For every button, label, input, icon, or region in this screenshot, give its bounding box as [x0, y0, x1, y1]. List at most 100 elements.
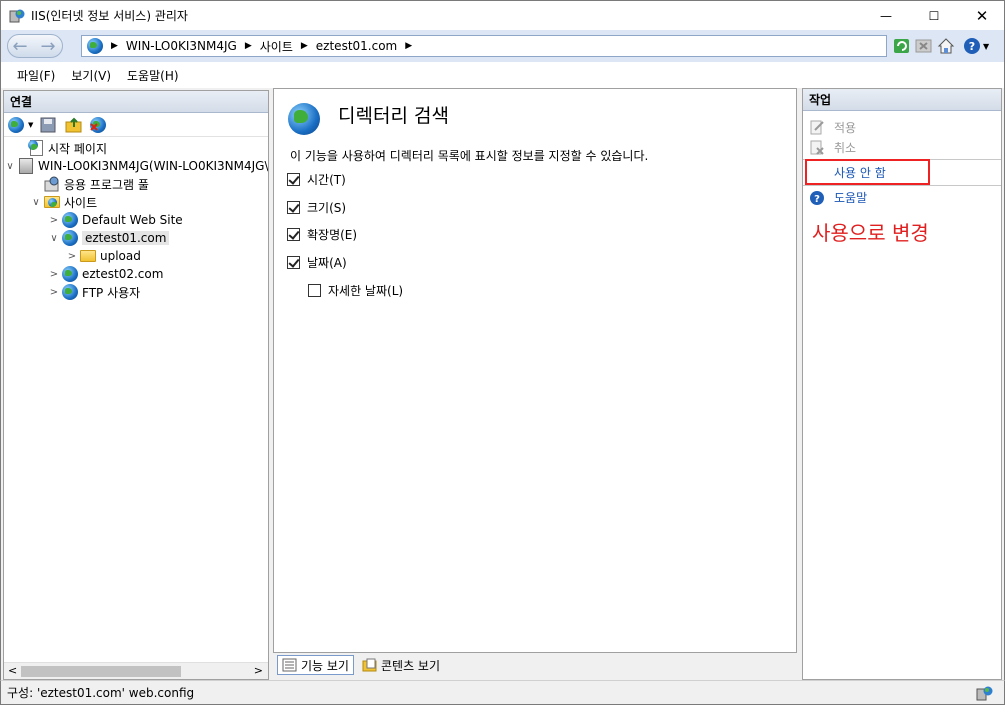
- tree-item-label: eztest02.com: [82, 267, 164, 281]
- checkbox-size[interactable]: 크기(S): [287, 199, 346, 216]
- highlight-annotation-box: [805, 159, 930, 185]
- checkbox-box[interactable]: [308, 284, 321, 297]
- breadcrumb-item-sites[interactable]: 사이트: [260, 38, 293, 55]
- address-toolbar: ← → ▶ WIN-LO0KI3NM4JG ▶ 사이트 ▶ eztest01.c…: [0, 30, 1005, 62]
- minimize-button[interactable]: —: [863, 1, 909, 31]
- globe-icon: [62, 212, 78, 228]
- apply-action[interactable]: 적용: [809, 119, 856, 136]
- close-button[interactable]: ✕: [959, 1, 1005, 31]
- checkbox-box[interactable]: [287, 173, 300, 186]
- tree-item-server[interactable]: ∨ WIN-LO0KI3NM4JG(WIN-LO0KI3NM4JG\: [4, 157, 268, 175]
- content-view-icon: [362, 658, 377, 672]
- back-button[interactable]: ←: [8, 35, 32, 57]
- refresh-icon[interactable]: [893, 37, 911, 55]
- checkbox-label: 크기(S): [307, 201, 347, 215]
- disconnect-icon[interactable]: [89, 116, 107, 134]
- globe-icon: [288, 103, 320, 135]
- menu-help[interactable]: 도움말(H): [119, 67, 187, 84]
- actions-header: 작업: [803, 89, 1001, 111]
- tree-item-eztest02[interactable]: > eztest02.com: [48, 265, 163, 283]
- collapse-icon[interactable]: ∨: [48, 233, 60, 244]
- status-text: 구성: 'eztest01.com' web.config: [7, 686, 195, 700]
- checkbox-long-date[interactable]: 자세한 날짜(L): [308, 282, 403, 299]
- actions-pane: 작업 적용 취소 사용 안 함 ? 도움말 사용으로 변경: [802, 88, 1002, 680]
- globe-icon: [62, 266, 78, 282]
- help-action[interactable]: ? 도움말: [809, 189, 867, 206]
- page-title: 디렉터리 검색: [338, 105, 449, 127]
- address-tools: ? ▼: [893, 37, 989, 55]
- connections-header: 연결: [4, 91, 268, 113]
- checkbox-extension[interactable]: 확장명(E): [287, 226, 357, 243]
- collapse-icon[interactable]: ∨: [30, 197, 42, 208]
- menu-bar: 파일(F) 보기(V) 도움말(H): [0, 62, 1005, 88]
- action-label: 도움말: [834, 191, 868, 205]
- home-icon[interactable]: [937, 37, 955, 55]
- globe-icon: [87, 38, 103, 54]
- tree-item-label: 시작 페이지: [48, 141, 108, 156]
- save-icon[interactable]: [39, 116, 57, 134]
- menu-file[interactable]: 파일(F): [9, 67, 63, 84]
- scroll-left-button[interactable]: <: [8, 664, 17, 677]
- feature-description: 이 기능을 사용하여 디렉터리 목록에 표시할 정보를 지정할 수 있습니다.: [290, 149, 649, 163]
- server-icon: [18, 158, 34, 174]
- connect-dropdown-icon[interactable]: ▼: [28, 121, 33, 129]
- checkbox-box[interactable]: [287, 256, 300, 269]
- expand-icon[interactable]: >: [48, 215, 60, 226]
- checkbox-box[interactable]: [287, 201, 300, 214]
- status-bar: 구성: 'eztest01.com' web.config: [0, 680, 1005, 705]
- scroll-right-button[interactable]: >: [254, 664, 263, 677]
- expand-icon[interactable]: >: [48, 287, 60, 298]
- breadcrumb-arrow-icon: ▶: [300, 41, 308, 51]
- checkbox-time[interactable]: 시간(T): [287, 171, 346, 188]
- tree-item-app-pools[interactable]: 응용 프로그램 풀: [30, 175, 149, 193]
- network-status-icon: [976, 685, 994, 704]
- tab-features-view[interactable]: 기능 보기: [277, 655, 354, 675]
- connections-toolbar: ▼: [4, 113, 268, 137]
- tree-item-label: FTP 사용자: [82, 285, 141, 300]
- expand-icon[interactable]: >: [66, 251, 78, 262]
- action-label: 적용: [834, 121, 857, 135]
- address-bar[interactable]: ▶ WIN-LO0KI3NM4JG ▶ 사이트 ▶ eztest01.com ▶: [81, 35, 887, 57]
- title-bar: IIS(인터넷 정보 서비스) 관리자 — ☐ ✕: [0, 0, 1005, 30]
- apply-icon: [809, 120, 825, 136]
- cancel-icon: [809, 140, 825, 156]
- horizontal-scrollbar[interactable]: < >: [4, 662, 268, 679]
- stop-icon[interactable]: [915, 37, 933, 55]
- tab-content-view[interactable]: 콘텐츠 보기: [358, 655, 444, 675]
- tree-item-default-web-site[interactable]: > Default Web Site: [48, 211, 183, 229]
- tree-item-label: 사이트: [64, 195, 98, 210]
- cancel-action[interactable]: 취소: [809, 139, 856, 156]
- app-pool-icon: [44, 176, 60, 192]
- tree-item-sites[interactable]: ∨ 사이트: [30, 193, 97, 211]
- checkbox-label: 날짜(A): [307, 256, 347, 270]
- action-label: 취소: [834, 141, 857, 155]
- forward-button[interactable]: →: [36, 35, 60, 57]
- window-title: IIS(인터넷 정보 서비스) 관리자: [31, 9, 188, 23]
- view-tabs: 기능 보기 콘텐츠 보기: [277, 654, 444, 676]
- collapse-icon[interactable]: ∨: [4, 161, 16, 172]
- svg-text:?: ?: [814, 194, 820, 205]
- checkbox-box[interactable]: [287, 228, 300, 241]
- tree-item-start-page[interactable]: 시작 페이지: [14, 139, 107, 157]
- breadcrumb-arrow-icon: ▶: [244, 41, 252, 51]
- tree-item-upload[interactable]: > upload: [66, 247, 141, 265]
- help-icon[interactable]: ?: [963, 37, 981, 55]
- tree-item-ftp-users[interactable]: > FTP 사용자: [48, 283, 140, 301]
- checkbox-label: 확장명(E): [307, 228, 358, 242]
- connect-icon[interactable]: [8, 116, 26, 134]
- help-dropdown-icon[interactable]: ▼: [983, 42, 989, 51]
- tree-item-eztest01[interactable]: ∨ eztest01.com: [48, 229, 170, 247]
- tree-item-label: 응용 프로그램 풀: [64, 177, 149, 192]
- up-level-icon[interactable]: [65, 116, 83, 134]
- breadcrumb-item-server[interactable]: WIN-LO0KI3NM4JG: [126, 39, 237, 53]
- maximize-button[interactable]: ☐: [911, 1, 957, 31]
- tab-label: 콘텐츠 보기: [380, 658, 440, 673]
- scrollbar-thumb[interactable]: [21, 666, 181, 677]
- checkbox-label: 자세한 날짜(L): [328, 284, 404, 298]
- start-page-icon: [28, 140, 44, 156]
- breadcrumb-item-site[interactable]: eztest01.com: [316, 39, 397, 53]
- menu-view[interactable]: 보기(V): [63, 67, 119, 84]
- expand-icon[interactable]: >: [48, 269, 60, 280]
- globe-icon: [62, 230, 78, 246]
- checkbox-date[interactable]: 날짜(A): [287, 254, 347, 271]
